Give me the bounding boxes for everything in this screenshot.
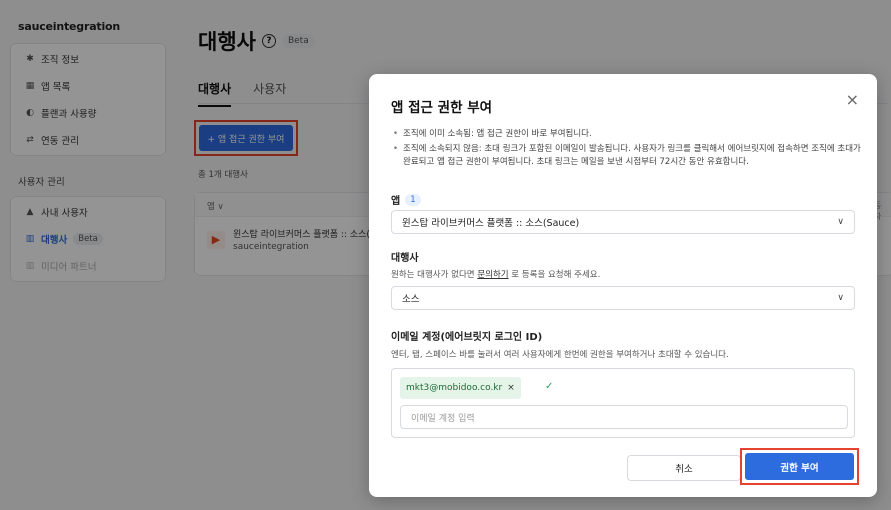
app-field-label: 앱 1	[391, 192, 421, 207]
close-icon[interactable]: ×	[846, 90, 859, 109]
agency-field-label: 대행사	[391, 253, 419, 264]
email-input-box[interactable]: mkt3@mobidoo.co.kr × ✓ 이메일 계정 입력	[391, 368, 855, 438]
modal-notes: 조직에 이미 소속됨: 앱 접근 권한이 바로 부여됩니다. 조직에 소속되지 …	[391, 128, 861, 171]
remove-chip-icon[interactable]: ×	[507, 383, 515, 393]
agency-helper-pre: 원하는 대행사가 없다면	[391, 270, 478, 280]
highlight-frame: 권한 부여	[740, 448, 859, 485]
check-icon: ✓	[545, 381, 554, 392]
email-chip-text: mkt3@mobidoo.co.kr	[406, 383, 503, 393]
email-input[interactable]: 이메일 계정 입력	[400, 405, 848, 429]
email-chip: mkt3@mobidoo.co.kr ×	[400, 377, 521, 399]
agency-select[interactable]: 소스 ∨	[391, 286, 855, 310]
app-count-badge: 1	[405, 193, 421, 206]
grant-access-modal: 앱 접근 권한 부여 × 조직에 이미 소속됨: 앱 접근 권한이 바로 부여됩…	[369, 74, 877, 497]
note-item: 조직에 이미 소속됨: 앱 접근 권한이 바로 부여됩니다.	[391, 128, 861, 141]
note-item: 조직에 소속되지 않음: 초대 링크가 포함된 이메일이 발송됩니다. 사용자가…	[391, 143, 861, 168]
email-helper-text: 엔터, 탭, 스페이스 바를 눌러서 여러 사용자에게 한번에 권한을 부여하거…	[391, 350, 729, 360]
agency-helper-post: 로 등록을 요청해 주세요.	[508, 270, 601, 280]
agency-helper-text: 원하는 대행사가 없다면 문의하기 로 등록을 요청해 주세요.	[391, 268, 600, 280]
email-field-label: 이메일 계정(에어브릿지 로그인 ID)	[391, 332, 543, 343]
app-select[interactable]: 윈스탑 라이브커머스 플랫폼 :: 소스(Sauce) ∨	[391, 210, 855, 234]
contact-link[interactable]: 문의하기	[477, 270, 508, 280]
app-label-text: 앱	[391, 196, 401, 207]
cancel-button[interactable]: 취소	[627, 455, 741, 481]
chevron-down-icon: ∨	[837, 217, 844, 227]
chevron-down-icon: ∨	[837, 293, 844, 303]
app-select-value: 윈스탑 라이브커머스 플랫폼 :: 소스(Sauce)	[402, 218, 580, 229]
modal-title: 앱 접근 권한 부여	[391, 100, 493, 116]
agency-select-value: 소스	[402, 294, 420, 305]
grant-permission-button[interactable]: 권한 부여	[745, 453, 854, 480]
